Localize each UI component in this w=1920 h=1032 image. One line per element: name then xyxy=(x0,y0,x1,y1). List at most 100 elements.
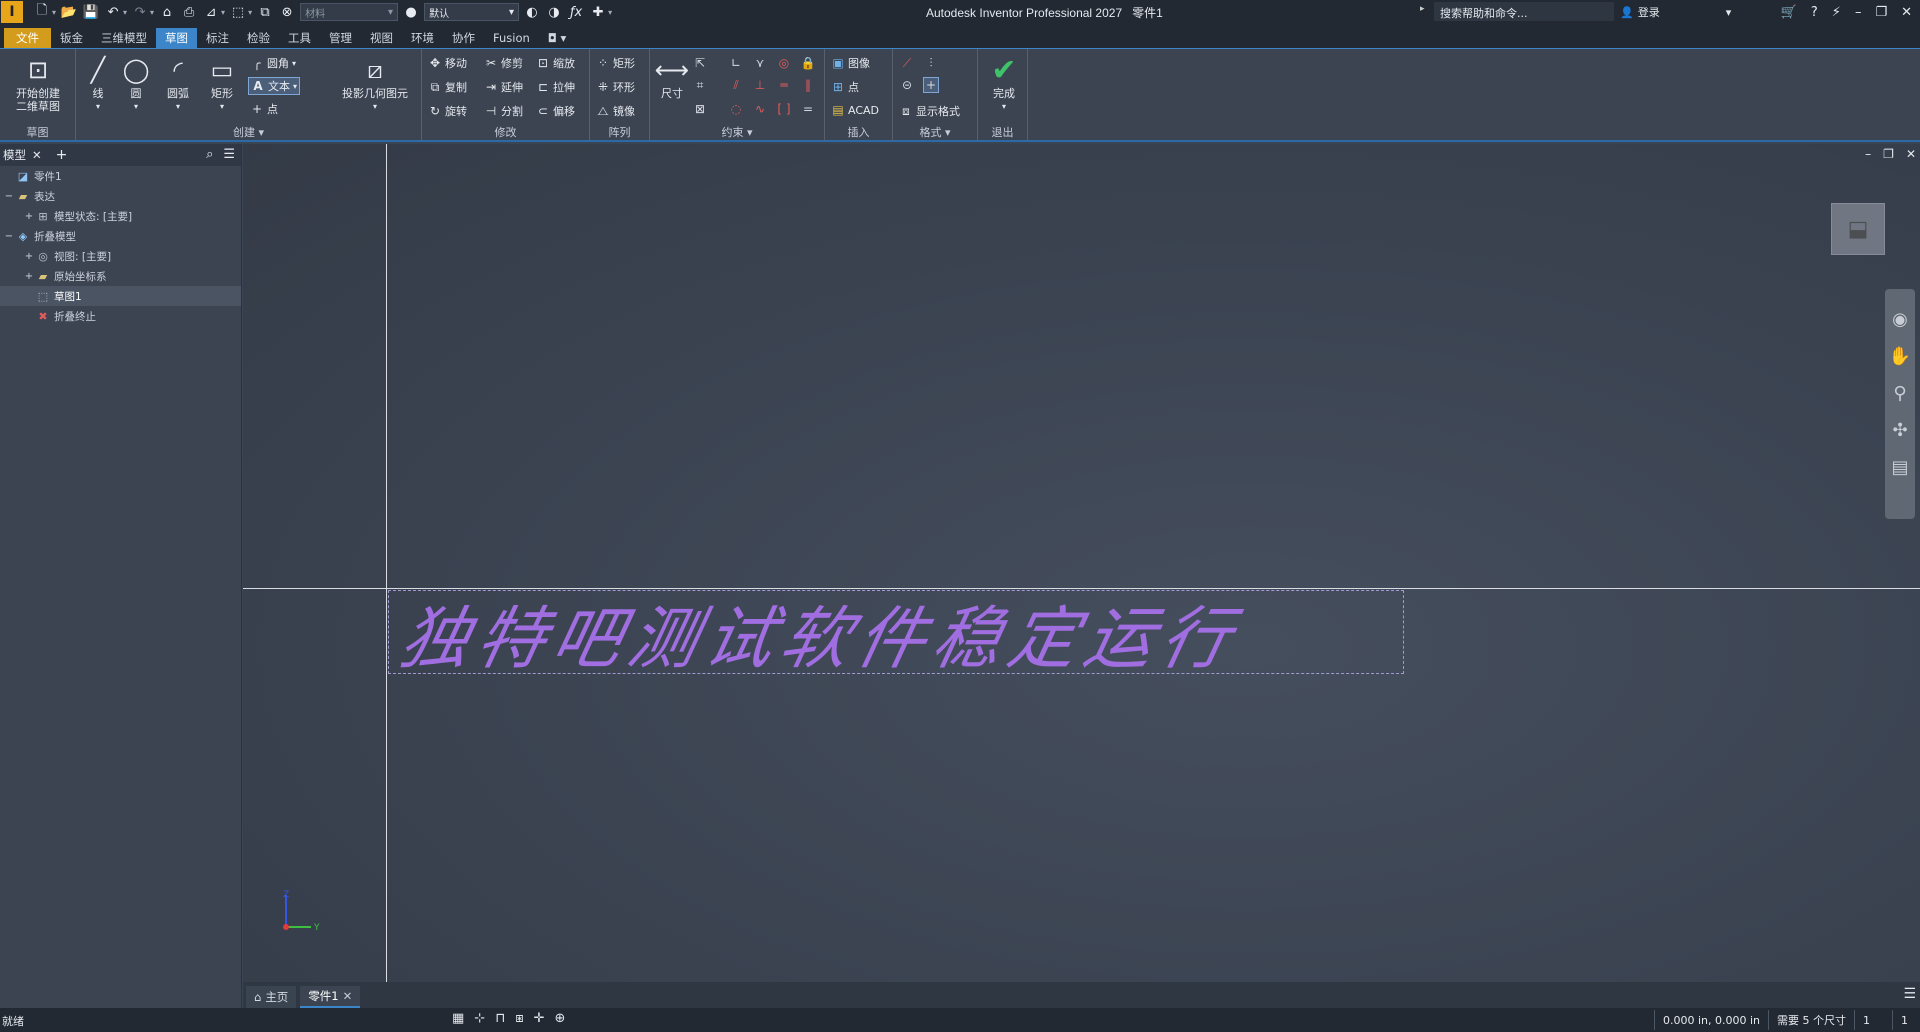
close-icon[interactable]: ✕ xyxy=(32,148,42,162)
tree-item[interactable]: + ▰ 原始坐标系 xyxy=(0,266,241,286)
equal-icon[interactable]: = xyxy=(800,101,816,117)
tab-4[interactable]: 标注 xyxy=(197,28,238,48)
minimize-icon[interactable]: – xyxy=(1865,147,1871,161)
symmetric-icon[interactable]: [ ] xyxy=(776,101,792,117)
look-at-icon[interactable]: ▤ xyxy=(1891,457,1908,478)
home-icon[interactable]: ⌂ xyxy=(158,3,176,21)
select-icon[interactable]: ⬚ xyxy=(229,3,247,21)
print-icon[interactable]: ⎙ xyxy=(180,3,198,21)
dof-icon[interactable]: ⧆ xyxy=(515,1011,523,1026)
constraint-inference-icon[interactable]: ⊓ xyxy=(495,1011,505,1026)
viewcube[interactable]: ⬓ xyxy=(1831,203,1885,255)
convert-icon[interactable]: ⧉ xyxy=(256,3,274,21)
tab-6[interactable]: 工具 xyxy=(279,28,320,48)
tab-10[interactable]: 协作 xyxy=(443,28,484,48)
browser-tab-model[interactable]: 模型 xyxy=(3,147,26,163)
show-format-button[interactable]: ⧈ 显示格式 xyxy=(899,103,960,119)
restore-icon[interactable]: ❐ xyxy=(1875,5,1887,20)
doc-tab-1[interactable]: 零件1 ✕ xyxy=(300,986,361,1008)
appearance-combo[interactable]: 默认 ▾ xyxy=(424,3,520,21)
scale-button[interactable]: ⊡ 缩放 xyxy=(536,55,575,71)
snap-icon[interactable]: ⊹ xyxy=(474,1011,485,1026)
panel-label-format[interactable]: 格式 ▾ xyxy=(893,124,977,140)
undo-icon[interactable]: ↶ xyxy=(104,3,122,21)
point-button[interactable]: + 点 xyxy=(250,101,278,117)
zoom-icon[interactable]: ⚲ xyxy=(1893,383,1906,404)
pan-icon[interactable]: ✋ xyxy=(1889,346,1911,367)
expand-toggle-icon[interactable]: + xyxy=(23,251,35,262)
tab-2[interactable]: 三维模型 xyxy=(92,28,156,48)
finish-sketch-button[interactable]: ✔ 完成 ▾ xyxy=(984,53,1024,113)
move-button[interactable]: ✥ 移动 xyxy=(428,55,467,71)
project-geometry-button[interactable]: ⧄ 投影几何图元 ▾ xyxy=(330,53,420,113)
show-constraints-icon[interactable]: ⌗ xyxy=(692,77,708,93)
close-icon[interactable]: ✕ xyxy=(1901,5,1912,20)
login-button[interactable]: 👤 登录 ▾ xyxy=(1620,4,1731,20)
construction-icon[interactable]: ⟋ xyxy=(899,55,915,71)
image-button[interactable]: ▣ 图像 xyxy=(831,55,870,71)
fillet-button[interactable]: ╭ 圆角 ▾ xyxy=(250,55,296,71)
centerline-icon[interactable]: ⫶ xyxy=(923,55,939,71)
line-button[interactable]: ╱ 线 ▾ xyxy=(78,53,118,113)
tab-9[interactable]: 环境 xyxy=(402,28,443,48)
tree-item[interactable]: ✖ 折叠终止 xyxy=(0,306,241,326)
arc-button[interactable]: ◜ 圆弧 ▾ xyxy=(158,53,198,113)
tree-item[interactable]: − ◈ 折叠模型 xyxy=(0,226,241,246)
rectangle-button[interactable]: ▭ 矩形 ▾ xyxy=(202,53,242,113)
perpendicular-icon[interactable]: ⊥ xyxy=(752,77,768,93)
save-icon[interactable]: 💾 xyxy=(82,3,100,21)
add-tab-icon[interactable]: + xyxy=(56,147,68,163)
steering-wheel-icon[interactable]: ◉ xyxy=(1892,309,1908,330)
help-search-input[interactable]: 搜索帮助和命令... xyxy=(1434,2,1614,21)
start-2d-sketch-button[interactable]: ⊡ 开始创建 二维草图 xyxy=(8,53,68,114)
customize-qat-icon[interactable]: ▾ xyxy=(608,8,612,17)
expand-toggle-icon[interactable]: − xyxy=(3,191,15,202)
tab-1[interactable]: 钣金 xyxy=(51,28,92,48)
fix-icon[interactable]: 🔒 xyxy=(800,55,816,71)
dropdown-icon[interactable]: ▾ xyxy=(150,8,154,17)
circular-pattern-button[interactable]: ⁜ 环形 xyxy=(596,79,635,95)
menu-icon[interactable]: ☰ xyxy=(223,147,235,162)
tab-8[interactable]: 视图 xyxy=(361,28,402,48)
fx-icon[interactable]: ƒx xyxy=(567,3,585,21)
show-dimensions-icon[interactable]: ✛ xyxy=(534,1011,545,1026)
constraint-settings-icon[interactable]: ⊠ xyxy=(692,101,708,117)
coincident-icon[interactable]: ∟ xyxy=(728,55,744,71)
panel-label-constrain[interactable]: 约束 ▾ xyxy=(650,124,824,140)
copy-button[interactable]: ⧉ 复制 xyxy=(428,79,467,95)
extend-button[interactable]: ⇥ 延伸 xyxy=(484,79,523,95)
tangent-icon[interactable]: ◌ xyxy=(728,101,744,117)
driven-dimension-icon[interactable]: + xyxy=(923,77,939,93)
close-icon[interactable]: ✕ xyxy=(343,989,353,1003)
smooth-icon[interactable]: ∿ xyxy=(752,101,768,117)
tab-0[interactable]: 文件 xyxy=(4,28,51,48)
restore-icon[interactable]: ❐ xyxy=(1883,147,1894,161)
clear-icon[interactable]: ⊗ xyxy=(278,3,296,21)
tree-item[interactable]: − ▰ 表达 xyxy=(0,186,241,206)
expand-toggle-icon[interactable]: + xyxy=(23,271,35,282)
tree-item[interactable]: ◪ 零件1 xyxy=(0,166,241,186)
tools-icon[interactable]: ⚡ xyxy=(1832,5,1841,20)
new-icon[interactable]: 🗋 xyxy=(33,3,51,21)
horizontal-icon[interactable]: ═ xyxy=(776,77,792,93)
parallel-icon[interactable]: ⫽ xyxy=(728,77,744,93)
dropdown-icon[interactable]: ▾ xyxy=(123,8,127,17)
orbit-icon[interactable]: ✣ xyxy=(1892,420,1907,441)
acad-button[interactable]: ▤ ACAD xyxy=(831,103,879,117)
help-icon[interactable]: ? xyxy=(1811,5,1818,20)
dropdown-icon[interactable]: ▾ xyxy=(221,8,225,17)
dimension-button[interactable]: ⟷ 尺寸 xyxy=(654,53,690,101)
redo-icon[interactable]: ↷ xyxy=(131,3,149,21)
rect-pattern-button[interactable]: ⁘ 矩形 xyxy=(596,55,635,71)
search-expand-icon[interactable]: ▸ xyxy=(1420,4,1425,14)
tree-item[interactable]: + ⊞ 模型状态: [主要] xyxy=(0,206,241,226)
text-button[interactable]: A 文本 ▾ xyxy=(248,77,301,95)
mirror-button[interactable]: ⧍ 镜像 xyxy=(596,103,635,119)
graphics-viewport[interactable]: 独特吧测试软件稳定运行 – ❐ ✕ ⬓ ◉ ✋ ⚲ ✣ ▤ Z Y xyxy=(243,144,1920,982)
tab-7[interactable]: 管理 xyxy=(320,28,361,48)
expand-toggle-icon[interactable]: − xyxy=(3,231,15,242)
sketch-text-box[interactable]: 独特吧测试软件稳定运行 xyxy=(388,590,1404,679)
doc-tab-0[interactable]: ⌂ 主页 xyxy=(246,986,297,1008)
split-button[interactable]: ⊣ 分割 xyxy=(484,103,523,119)
auto-dimension-icon[interactable]: ⇱ xyxy=(692,55,708,71)
